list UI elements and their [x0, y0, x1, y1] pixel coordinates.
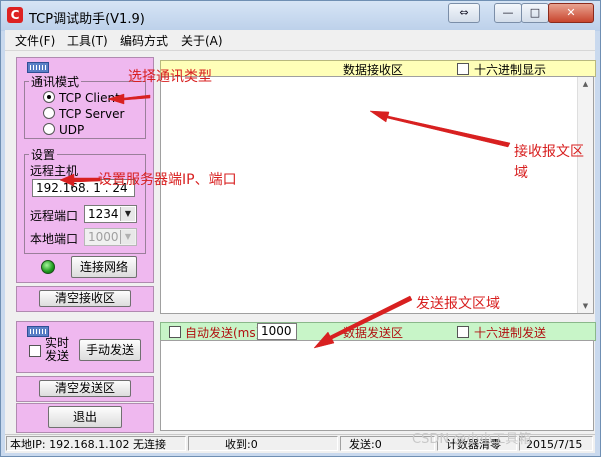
connect-network-button[interactable]: 连接网络 — [71, 256, 137, 278]
status-received: 收到:0 — [188, 436, 338, 451]
comm-mode-legend: 通讯模式 — [31, 75, 80, 89]
scroll-down-icon[interactable]: ▼ — [578, 299, 593, 313]
manual-send-button[interactable]: 手动发送 — [79, 339, 141, 361]
exit-panel: 退出 — [16, 403, 154, 433]
radio-icon — [43, 107, 55, 119]
app-icon: C — [7, 7, 23, 23]
realtime-send-label: 实时 发送 — [45, 337, 69, 363]
realtime-label: 实时 — [45, 336, 70, 350]
remote-host-label: 远程主机 — [30, 164, 79, 178]
radio-tcp-server-label: TCP Server — [59, 107, 125, 121]
radio-tcp-server[interactable]: TCP Server — [43, 107, 124, 121]
local-port-label: 本地端口 — [30, 232, 79, 246]
clear-receive-panel: 清空接收区 — [16, 286, 154, 312]
close-button[interactable]: ✕ — [548, 3, 594, 23]
chevron-down-icon: ▼ — [120, 230, 135, 244]
annotation-set-server: 设置服务器端IP、端口 — [98, 172, 237, 188]
annotation-send-area: 发送报文区域 — [416, 296, 500, 312]
realtime-send-checkbox[interactable] — [29, 345, 41, 357]
radio-tcp-client-label: TCP Client — [59, 91, 120, 105]
send-textarea[interactable] — [160, 340, 594, 431]
settings-legend: 设置 — [31, 148, 56, 162]
remote-port-label: 远程端口 — [30, 209, 79, 223]
clear-send-panel: 清空发送区 — [16, 376, 154, 402]
hex-send-checkbox[interactable] — [457, 326, 469, 338]
menu-file[interactable]: 文件(F) — [15, 32, 55, 49]
annotation-select-type: 选择通讯类型 — [128, 69, 212, 85]
hex-display-checkbox[interactable] — [457, 63, 469, 75]
radio-tcp-client[interactable]: TCP Client — [43, 91, 120, 105]
send-interval-input[interactable]: 1000 — [257, 323, 297, 340]
menu-bar: 文件(F) 工具(T) 编码方式 关于(A) — [5, 30, 595, 51]
receive-header: 数据接收区 十六进制显示 — [160, 60, 596, 77]
connection-status-led-icon — [41, 260, 55, 274]
radio-udp-label: UDP — [59, 123, 85, 137]
status-local-ip: 本地IP: 192.168.1.102 无连接 — [6, 436, 186, 451]
send-title: 数据发送区 — [343, 326, 404, 340]
auto-send-label: 自动发送(ms) — [185, 326, 261, 340]
remote-port-select[interactable]: 1234 ▼ — [84, 205, 137, 223]
clear-receive-button[interactable]: 清空接收区 — [39, 290, 131, 307]
radio-udp[interactable]: UDP — [43, 123, 84, 137]
restore-icon[interactable]: ⇔ — [448, 3, 480, 23]
annotation-receive-area-1: 接收报文区 — [514, 144, 584, 160]
clear-send-button[interactable]: 清空发送区 — [39, 380, 131, 397]
radio-icon — [43, 123, 55, 135]
hex-send-label: 十六进制发送 — [474, 326, 547, 340]
send-control-panel: 实时 发送 手动发送 — [16, 321, 154, 373]
chevron-down-icon: ▼ — [120, 207, 135, 221]
title-bar: C TCP调试助手(V1.9) ⇔ — □ ✕ — [1, 1, 600, 31]
grip-handle[interactable] — [27, 62, 49, 73]
minimize-button[interactable]: — — [494, 3, 522, 23]
menu-tools[interactable]: 工具(T) — [67, 32, 108, 49]
maximize-button[interactable]: □ — [521, 3, 549, 23]
annotation-receive-area-2: 域 — [514, 165, 528, 181]
menu-about[interactable]: 关于(A) — [181, 32, 223, 49]
send-label: 发送 — [45, 349, 70, 363]
remote-port-value: 1234 — [88, 207, 119, 221]
radio-selected-icon — [43, 91, 55, 103]
auto-send-checkbox[interactable] — [169, 326, 181, 338]
receive-textarea[interactable]: ▲ ▼ — [160, 76, 594, 314]
watermark: CSDN @小小工具箱 — [412, 432, 532, 447]
receive-scrollbar[interactable]: ▲ ▼ — [577, 77, 593, 313]
exit-button[interactable]: 退出 — [48, 406, 122, 428]
scroll-up-icon[interactable]: ▲ — [578, 77, 593, 91]
menu-encoding[interactable]: 编码方式 — [120, 32, 168, 49]
local-port-value: 1000 — [88, 230, 119, 244]
window-title: TCP调试助手(V1.9) — [29, 12, 145, 27]
local-port-select: 1000 ▼ — [84, 228, 137, 246]
send-header: 自动发送(ms) 1000 数据发送区 十六进制发送 — [160, 322, 596, 341]
